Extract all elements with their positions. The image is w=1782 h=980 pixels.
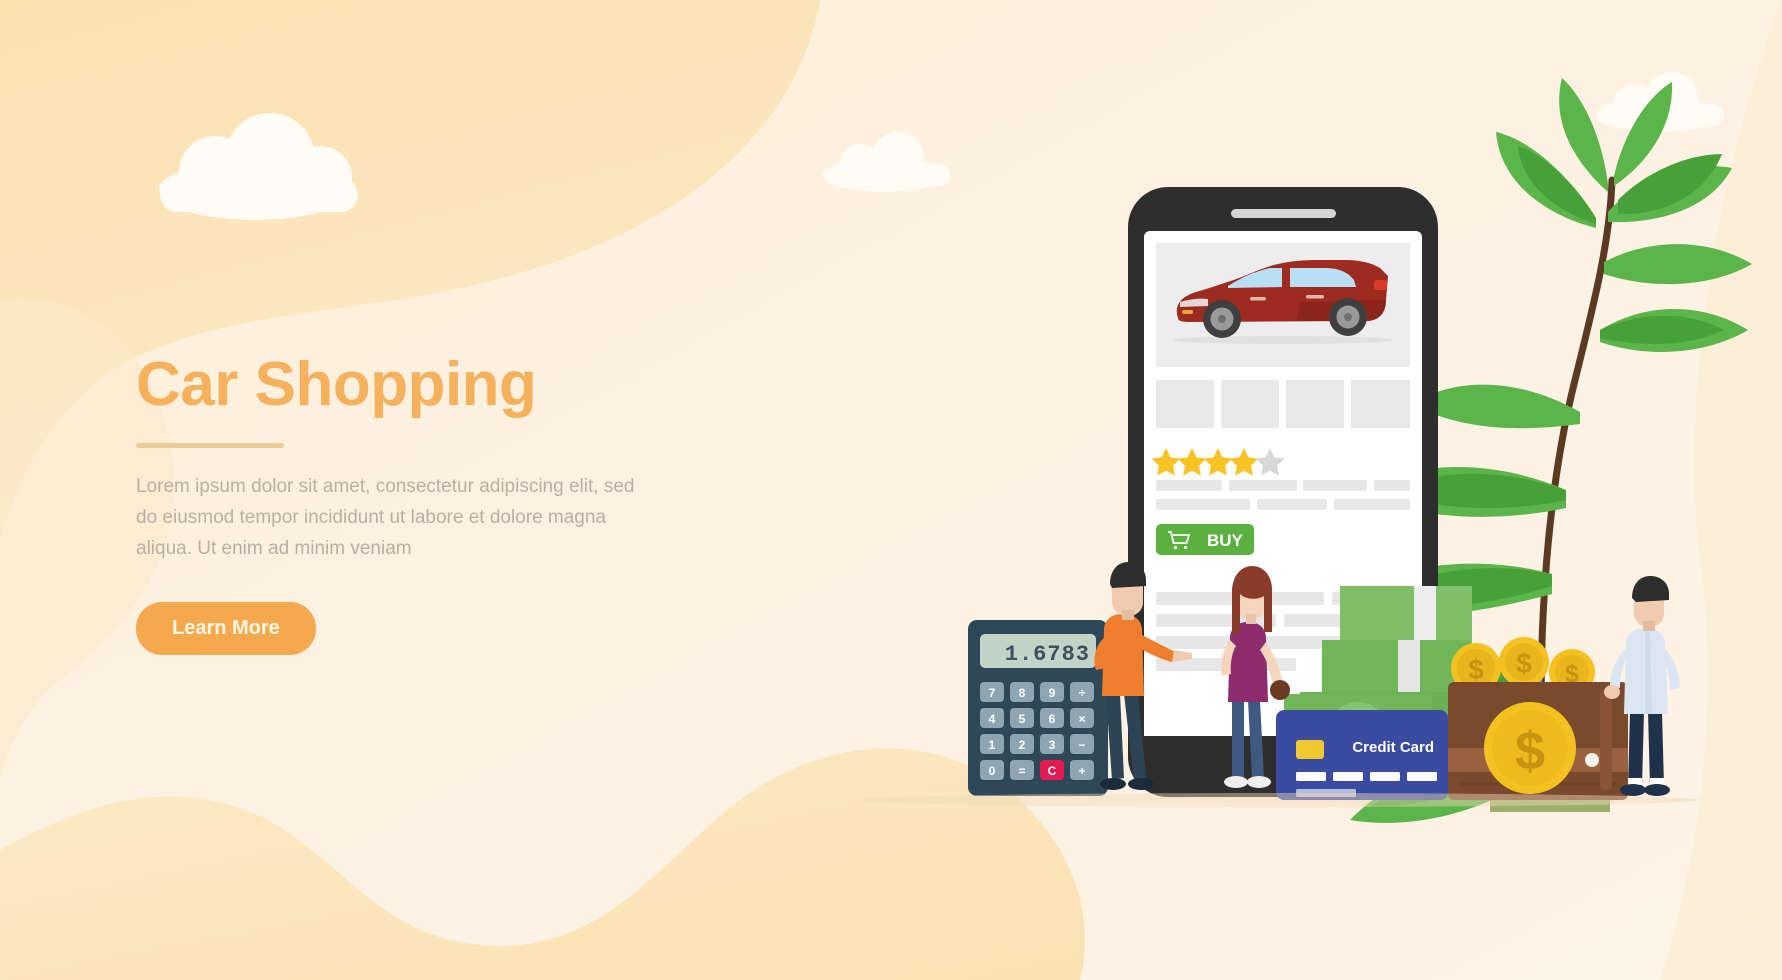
standing-shoe-right [1644, 784, 1670, 796]
wallet-clasp [1585, 753, 1599, 767]
ground-shadow [860, 793, 1700, 807]
car-wheel-front [1203, 300, 1241, 338]
credit-card[interactable]: Credit Card [1276, 710, 1448, 800]
wallet-front-coin: $ [1484, 702, 1576, 794]
svg-text:=: = [1018, 764, 1025, 778]
car-wheel-rear [1329, 298, 1367, 336]
svg-text:4: 4 [989, 712, 996, 726]
svg-text:9: 9 [1049, 686, 1056, 700]
placeholder-bar [1284, 614, 1348, 627]
svg-text:1: 1 [989, 738, 996, 752]
money-bill [1322, 640, 1470, 696]
standing-hand-left [1604, 685, 1620, 699]
learn-more-button[interactable]: Learn More [136, 602, 316, 656]
car-front-indicator [1182, 310, 1193, 314]
calculator-display-value: 1.6783 [1005, 642, 1090, 667]
card-label: Credit Card [1352, 739, 1434, 756]
money-band [1398, 640, 1420, 696]
svg-text:0: 0 [989, 764, 996, 778]
placeholder-bar [1156, 592, 1234, 605]
svg-text:5: 5 [1019, 712, 1026, 726]
placeholder-bar [1156, 499, 1250, 510]
calculator[interactable]: 1.6783 7 8 9 ÷ 4 5 6 × 1 2 3 − 0 = C + [968, 620, 1108, 796]
svg-text:+: + [1078, 764, 1085, 778]
phone-speaker [1231, 209, 1336, 218]
man-shoe-right [1128, 778, 1154, 790]
svg-text:$: $ [1515, 721, 1545, 781]
man-shoe-left [1100, 778, 1126, 790]
svg-text:2: 2 [1019, 738, 1026, 752]
thumbnail-3 [1286, 380, 1344, 428]
money-band [1414, 586, 1436, 644]
thumbnail-4 [1351, 380, 1410, 428]
thumbnail-2 [1221, 380, 1279, 428]
buy-button-label: BUY [1207, 531, 1244, 550]
svg-text:C: C [1048, 764, 1057, 778]
thumbnail-1 [1156, 380, 1214, 428]
standing-sock-left [1628, 778, 1642, 785]
buy-button[interactable]: BUY [1156, 524, 1254, 555]
wallet-strap [1600, 690, 1612, 790]
woman-shoe-left [1224, 776, 1248, 788]
svg-text:6: 6 [1049, 712, 1056, 726]
car-shadow [1173, 336, 1393, 344]
svg-text:$: $ [1468, 654, 1484, 685]
svg-text:÷: ÷ [1079, 686, 1086, 700]
placeholder-bar [1229, 480, 1297, 491]
placeholder-bar [1156, 480, 1222, 491]
card-chip [1296, 740, 1324, 759]
money-bill [1340, 586, 1472, 644]
standing-shoe-left [1620, 784, 1646, 796]
svg-text:$: $ [1516, 648, 1532, 679]
title-divider [136, 443, 284, 449]
woman-shoe-right [1247, 776, 1271, 788]
woman-leg-left [1232, 700, 1244, 778]
svg-text:−: − [1078, 738, 1085, 752]
standing-neck [1643, 621, 1655, 631]
hero-description: Lorem ipsum dolor sit amet, consectetur … [136, 476, 635, 559]
car-taillight [1374, 280, 1387, 290]
standing-sock-right [1650, 778, 1664, 785]
svg-text:7: 7 [989, 686, 996, 700]
svg-text:×: × [1078, 712, 1085, 726]
page-title: Car Shopping [136, 350, 537, 419]
man-shirt [1102, 614, 1144, 696]
woman-neck [1246, 614, 1256, 624]
standing-leg-right [1648, 712, 1664, 786]
placeholder-bar [1374, 480, 1410, 491]
car-pillar [1282, 266, 1290, 288]
svg-text:8: 8 [1019, 686, 1026, 700]
placeholder-bar [1334, 499, 1410, 510]
hero-section: Car Shopping Lorem ipsum dolor sit amet,… [136, 350, 696, 656]
svg-text:3: 3 [1049, 738, 1056, 752]
woman-handbag [1270, 680, 1290, 700]
man-neck [1122, 610, 1134, 620]
standing-leg-left [1628, 712, 1644, 786]
car-door-handle [1306, 295, 1324, 299]
car-door-handle [1250, 297, 1266, 301]
placeholder-bar [1303, 480, 1367, 491]
placeholder-bar [1257, 499, 1327, 510]
